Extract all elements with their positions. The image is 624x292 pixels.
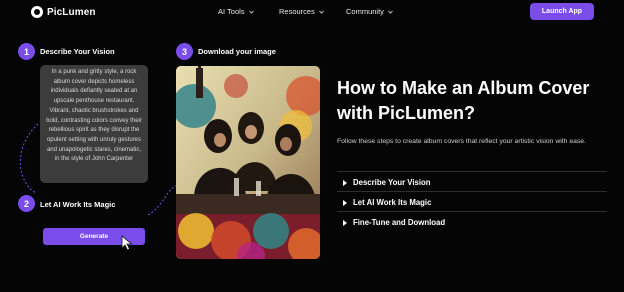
accordion-item-label: Describe Your Vision bbox=[353, 178, 431, 187]
top-nav: PicLumen AI Tools Resources Community La… bbox=[0, 0, 624, 26]
nav-item-label: AI Tools bbox=[218, 7, 245, 16]
caret-right-icon bbox=[343, 179, 347, 186]
brand-logo[interactable]: PicLumen bbox=[31, 6, 96, 18]
step-1-label: Describe Your Vision bbox=[40, 47, 115, 56]
chevron-down-icon bbox=[319, 10, 324, 14]
chevron-down-icon bbox=[248, 10, 254, 14]
piclumen-logo-icon bbox=[31, 6, 43, 18]
nav-item-label: Resources bbox=[279, 7, 315, 16]
nav-item-resources[interactable]: Resources bbox=[279, 7, 324, 16]
step-1-badge: 1 bbox=[18, 43, 35, 60]
accordion-item-ai-magic[interactable]: Let AI Work Its Magic bbox=[337, 191, 607, 213]
accordion-item-label: Let AI Work Its Magic bbox=[353, 198, 432, 207]
nav-item-label: Community bbox=[346, 7, 384, 16]
page-description: Follow these steps to create album cover… bbox=[337, 138, 586, 145]
generated-album-cover-image bbox=[176, 66, 320, 259]
step-3-badge: 3 bbox=[176, 43, 193, 60]
accordion-item-fine-tune[interactable]: Fine-Tune and Download bbox=[337, 211, 607, 233]
chevron-down-icon bbox=[388, 10, 393, 14]
nav-item-community[interactable]: Community bbox=[346, 7, 393, 16]
step-2-badge: 2 bbox=[18, 195, 35, 212]
step-2-label: Let AI Work Its Magic bbox=[40, 200, 116, 209]
prompt-text-box: In a punk and gritty style, a rock album… bbox=[40, 65, 148, 183]
accordion-item-label: Fine-Tune and Download bbox=[353, 218, 446, 227]
launch-app-button[interactable]: Launch App bbox=[530, 3, 594, 20]
caret-right-icon bbox=[343, 219, 347, 226]
page-title: How to Make an Album Cover with PicLumen… bbox=[337, 78, 590, 123]
nav-item-ai-tools[interactable]: AI Tools bbox=[218, 7, 254, 16]
caret-right-icon bbox=[343, 199, 347, 206]
brand-name: PicLumen bbox=[47, 6, 96, 18]
step-3-label: Download your image bbox=[198, 47, 276, 56]
accordion-item-describe-vision[interactable]: Describe Your Vision bbox=[337, 171, 607, 193]
mouse-pointer-icon bbox=[121, 235, 133, 251]
